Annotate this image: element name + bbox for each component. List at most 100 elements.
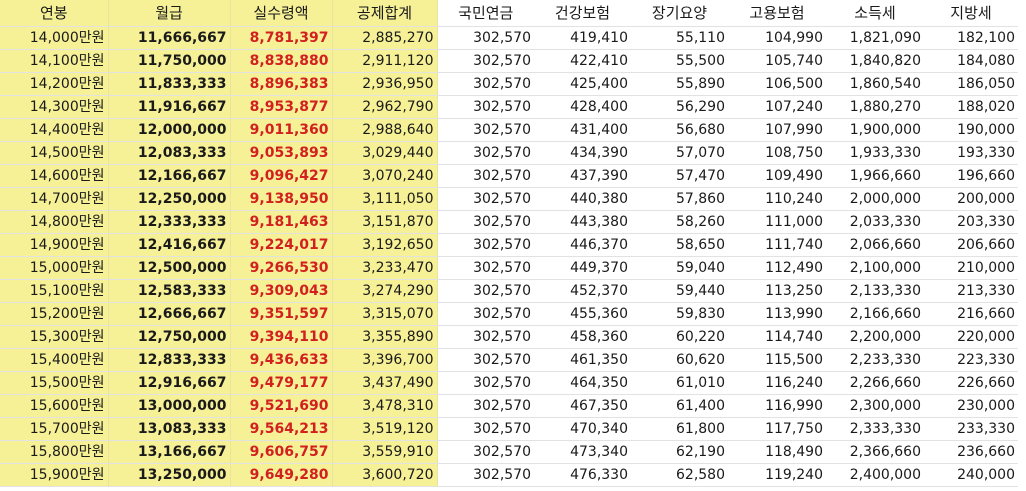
cell-employment-insurance: 112,490 [728, 256, 826, 280]
cell-employment-insurance: 115,500 [728, 348, 826, 372]
cell-local-tax: 230,000 [924, 394, 1018, 418]
cell-annual-salary: 15,400만원 [0, 348, 109, 372]
cell-national-pension: 302,570 [437, 463, 534, 487]
cell-local-tax: 186,050 [924, 72, 1018, 96]
cell-health-insurance: 443,380 [534, 210, 631, 234]
cell-net-pay: 9,564,213 [230, 417, 333, 441]
cell-net-pay: 9,266,530 [230, 256, 333, 280]
cell-annual-salary: 15,200만원 [0, 302, 109, 326]
cell-local-tax: 210,000 [924, 256, 1018, 280]
cell-national-pension: 302,570 [437, 394, 534, 418]
cell-net-pay: 8,896,383 [230, 72, 333, 96]
header-local-tax: 지방세 [924, 0, 1018, 27]
cell-health-insurance: 467,350 [534, 394, 631, 418]
table-row: 15,900만원 13,250,000 9,649,280 3,600,720 302,… [0, 463, 1018, 487]
table-body: 14,000만원 11,666,667 8,781,397 2,885,270 302,… [0, 26, 1018, 487]
cell-long-term-care: 62,190 [631, 440, 728, 464]
cell-monthly-salary: 13,000,000 [108, 394, 231, 418]
cell-long-term-care: 56,680 [631, 118, 728, 142]
cell-income-tax: 2,200,000 [826, 325, 924, 349]
cell-long-term-care: 60,620 [631, 348, 728, 372]
cell-net-pay: 9,224,017 [230, 233, 333, 257]
cell-annual-salary: 14,000만원 [0, 26, 109, 50]
salary-table: 연봉 월급 실수령액 공제합계 국민연금 건강보험 장기요양 고용보험 소득세 … [0, 0, 1018, 487]
header-health-insurance: 건강보험 [534, 0, 631, 27]
cell-national-pension: 302,570 [437, 371, 534, 395]
cell-national-pension: 302,570 [437, 26, 534, 50]
cell-long-term-care: 61,800 [631, 417, 728, 441]
cell-income-tax: 1,966,660 [826, 164, 924, 188]
cell-monthly-salary: 12,000,000 [108, 118, 231, 142]
cell-national-pension: 302,570 [437, 164, 534, 188]
cell-monthly-salary: 11,750,000 [108, 49, 231, 73]
cell-employment-insurance: 116,990 [728, 394, 826, 418]
cell-national-pension: 302,570 [437, 302, 534, 326]
cell-monthly-salary: 11,666,667 [108, 26, 231, 50]
table-header: 연봉 월급 실수령액 공제합계 국민연금 건강보험 장기요양 고용보험 소득세 … [0, 0, 1018, 27]
cell-income-tax: 2,400,000 [826, 463, 924, 487]
cell-income-tax: 2,133,330 [826, 279, 924, 303]
cell-income-tax: 2,066,660 [826, 233, 924, 257]
header-long-term-care: 장기요양 [631, 0, 728, 27]
cell-annual-salary: 15,500만원 [0, 371, 109, 395]
cell-employment-insurance: 110,240 [728, 187, 826, 211]
cell-health-insurance: 452,370 [534, 279, 631, 303]
cell-national-pension: 302,570 [437, 256, 534, 280]
table-row: 14,600만원 12,166,667 9,096,427 3,070,240 302,… [0, 164, 1018, 188]
cell-total-deduction: 3,478,310 [332, 394, 438, 418]
cell-annual-salary: 14,600만원 [0, 164, 109, 188]
header-annual-salary: 연봉 [0, 0, 109, 27]
table-row: 14,800만원 12,333,333 9,181,463 3,151,870 302,… [0, 210, 1018, 234]
cell-monthly-salary: 13,083,333 [108, 417, 231, 441]
cell-total-deduction: 3,192,650 [332, 233, 438, 257]
header-monthly-salary: 월급 [108, 0, 231, 27]
cell-health-insurance: 461,350 [534, 348, 631, 372]
cell-local-tax: 226,660 [924, 371, 1018, 395]
cell-total-deduction: 3,437,490 [332, 371, 438, 395]
cell-employment-insurance: 106,500 [728, 72, 826, 96]
cell-local-tax: 240,000 [924, 463, 1018, 487]
cell-health-insurance: 422,410 [534, 49, 631, 73]
cell-local-tax: 184,080 [924, 49, 1018, 73]
cell-monthly-salary: 12,666,667 [108, 302, 231, 326]
cell-employment-insurance: 105,740 [728, 49, 826, 73]
cell-national-pension: 302,570 [437, 95, 534, 119]
cell-annual-salary: 14,400만원 [0, 118, 109, 142]
cell-total-deduction: 3,355,890 [332, 325, 438, 349]
cell-monthly-salary: 13,250,000 [108, 463, 231, 487]
cell-annual-salary: 14,200만원 [0, 72, 109, 96]
cell-long-term-care: 55,110 [631, 26, 728, 50]
cell-net-pay: 9,096,427 [230, 164, 333, 188]
table-row: 15,200만원 12,666,667 9,351,597 3,315,070 302,… [0, 302, 1018, 326]
cell-net-pay: 9,394,110 [230, 325, 333, 349]
cell-monthly-salary: 11,833,333 [108, 72, 231, 96]
cell-local-tax: 200,000 [924, 187, 1018, 211]
cell-net-pay: 9,521,690 [230, 394, 333, 418]
cell-annual-salary: 15,600만원 [0, 394, 109, 418]
cell-local-tax: 236,660 [924, 440, 1018, 464]
cell-employment-insurance: 116,240 [728, 371, 826, 395]
table-row: 15,500만원 12,916,667 9,479,177 3,437,490 302,… [0, 371, 1018, 395]
cell-income-tax: 1,860,540 [826, 72, 924, 96]
cell-annual-salary: 14,900만원 [0, 233, 109, 257]
cell-health-insurance: 476,330 [534, 463, 631, 487]
cell-national-pension: 302,570 [437, 141, 534, 165]
cell-local-tax: 233,330 [924, 417, 1018, 441]
cell-health-insurance: 440,380 [534, 187, 631, 211]
cell-income-tax: 2,366,660 [826, 440, 924, 464]
cell-income-tax: 2,033,330 [826, 210, 924, 234]
cell-employment-insurance: 111,740 [728, 233, 826, 257]
header-national-pension: 국민연금 [437, 0, 534, 27]
table-row: 14,500만원 12,083,333 9,053,893 3,029,440 302,… [0, 141, 1018, 165]
cell-national-pension: 302,570 [437, 279, 534, 303]
cell-total-deduction: 3,274,290 [332, 279, 438, 303]
cell-long-term-care: 56,290 [631, 95, 728, 119]
cell-monthly-salary: 12,916,667 [108, 371, 231, 395]
cell-annual-salary: 15,700만원 [0, 417, 109, 441]
cell-health-insurance: 425,400 [534, 72, 631, 96]
cell-annual-salary: 14,100만원 [0, 49, 109, 73]
cell-long-term-care: 57,470 [631, 164, 728, 188]
cell-long-term-care: 60,220 [631, 325, 728, 349]
cell-local-tax: 190,000 [924, 118, 1018, 142]
table-row: 15,400만원 12,833,333 9,436,633 3,396,700 302,… [0, 348, 1018, 372]
